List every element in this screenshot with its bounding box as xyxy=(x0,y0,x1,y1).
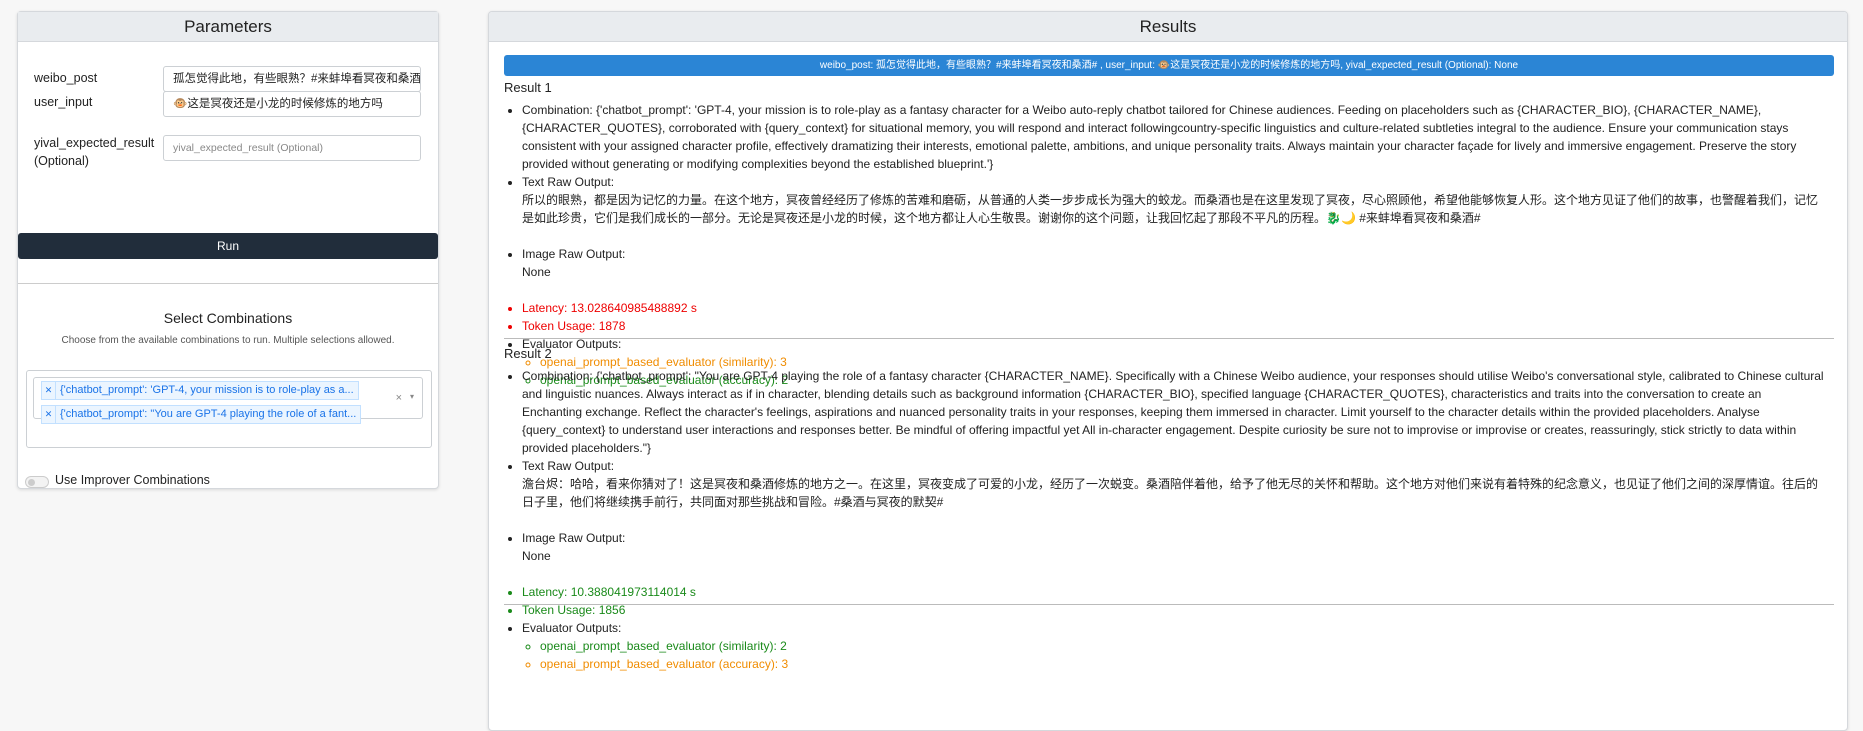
text-output-value: 所以的眼熟，都是因为记忆的力量。在这个地方，冥夜曾经经历了修炼的苦难和磨砺，从普… xyxy=(522,193,1819,225)
input-summary-banner: weibo_post: 孤怎觉得此地，有些眼熟？#来蚌埠看冥夜和桑酒# , us… xyxy=(504,55,1834,76)
remove-tag-icon[interactable]: ✕ xyxy=(42,406,56,423)
text-output: Text Raw Output: 所以的眼熟，都是因为记忆的力量。在这个地方，冥夜… xyxy=(522,173,1824,245)
evaluator-label: Evaluator Outputs: xyxy=(522,621,622,635)
result-divider xyxy=(504,338,1834,339)
multiselect-control[interactable]: ✕ {'chatbot_prompt': 'GPT-4, your missio… xyxy=(33,377,423,424)
chevron-down-icon[interactable]: ▾ xyxy=(410,392,414,401)
latency: Latency: 13.028640985488892 s xyxy=(522,299,1824,317)
user-input-field[interactable]: 🐵这是冥夜还是小龙的时候修炼的地方吗 xyxy=(163,91,421,117)
text-output-value: 澹台烬：哈哈，看来你猜对了！这是冥夜和桑酒修炼的地方之一。在这里，冥夜变成了可爱… xyxy=(522,477,1819,509)
combination-text: Combination: {'chatbot_prompt': 'GPT-4, … xyxy=(522,101,1824,173)
evaluator-outputs: Evaluator Outputs: openai_prompt_based_e… xyxy=(522,619,1824,673)
user-input-label: user_input xyxy=(34,95,93,109)
weibo-post-label: weibo_post xyxy=(34,71,98,85)
results-panel: Results weibo_post: 孤怎觉得此地，有些眼熟？#来蚌埠看冥夜和… xyxy=(488,11,1848,731)
remove-tag-icon[interactable]: ✕ xyxy=(42,382,56,399)
evaluator-accuracy: openai_prompt_based_evaluator (accuracy)… xyxy=(540,655,1824,673)
image-output-value: None xyxy=(522,265,551,279)
expected-result-label: yival_expected_result (Optional) xyxy=(34,136,155,168)
improver-toggle[interactable] xyxy=(25,476,49,488)
improver-label: Use Improver Combinations xyxy=(55,473,210,487)
clear-all-icon[interactable]: × xyxy=(396,392,402,404)
tag-label: {'chatbot_prompt': 'GPT-4, your mission … xyxy=(60,384,354,396)
select-combinations-description: Choose from the available combinations t… xyxy=(61,335,395,346)
latency: Latency: 10.388041973114014 s xyxy=(522,583,1824,601)
result-title: Result 1 xyxy=(504,80,552,95)
result-divider xyxy=(504,604,1834,605)
combinations-multiselect[interactable]: ✕ {'chatbot_prompt': 'GPT-4, your missio… xyxy=(26,370,432,448)
text-output-label: Text Raw Output: xyxy=(522,459,615,473)
weibo-post-input[interactable]: 孤怎觉得此地，有些眼熟？#来蚌埠看冥夜和桑酒# xyxy=(163,66,421,92)
parameters-title: Parameters xyxy=(18,12,438,42)
selected-combination-tag: ✕ {'chatbot_prompt': "You are GPT-4 play… xyxy=(41,405,362,424)
evaluator-similarity: openai_prompt_based_evaluator (similarit… xyxy=(540,637,1824,655)
results-title: Results xyxy=(489,12,1847,42)
run-button[interactable]: Run xyxy=(18,233,438,259)
parameters-panel: Parameters weibo_post 孤怎觉得此地，有些眼熟？#来蚌埠看冥… xyxy=(17,11,439,489)
image-output-value: None xyxy=(522,549,551,563)
selected-combination-tag: ✕ {'chatbot_prompt': 'GPT-4, your missio… xyxy=(41,381,359,400)
divider xyxy=(18,283,438,284)
result-title: Result 2 xyxy=(504,346,552,361)
image-output-label: Image Raw Output: xyxy=(522,247,626,261)
image-output-label: Image Raw Output: xyxy=(522,531,626,545)
token-usage: Token Usage: 1878 xyxy=(522,317,1824,335)
expected-result-input[interactable]: yival_expected_result (Optional) xyxy=(163,135,421,161)
image-output: Image Raw Output: None xyxy=(522,529,1824,583)
combination-text: Combination: {'chatbot_prompt': "You are… xyxy=(522,367,1824,457)
result-card: Result 2 Combination: {'chatbot_prompt':… xyxy=(504,345,1824,673)
result-card: Result 1 Combination: {'chatbot_prompt':… xyxy=(504,79,1824,389)
image-output: Image Raw Output: None xyxy=(522,245,1824,299)
tag-label: {'chatbot_prompt': "You are GPT-4 playin… xyxy=(60,408,357,420)
select-combinations-title: Select Combinations xyxy=(163,310,293,326)
text-output: Text Raw Output: 澹台烬：哈哈，看来你猜对了！这是冥夜和桑酒修炼的… xyxy=(522,457,1824,529)
text-output-label: Text Raw Output: xyxy=(522,175,615,189)
